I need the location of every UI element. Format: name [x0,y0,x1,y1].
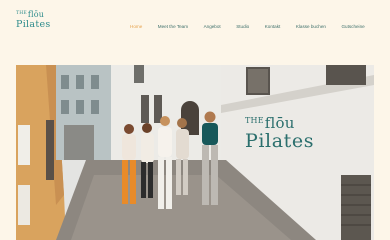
nav-home[interactable]: Home [130,24,142,29]
main-nav: Home Meet the Team Angebot Studio Kontak… [130,21,365,31]
logo-pilates: Pilates [16,19,51,30]
nav-kontakt[interactable]: Kontakt [265,24,281,29]
page: THEflōu Pilates Home Meet the Team Angeb… [0,0,390,240]
hero-title-the: THE [245,116,264,125]
nav-meet-the-team[interactable]: Meet the Team [158,24,188,29]
nav-gutscheine[interactable]: Gutscheine [341,24,364,29]
hero-title-pilates: Pilates [245,130,315,152]
site-header: THEflōu Pilates Home Meet the Team Angeb… [0,0,390,52]
nav-klasse-buchen[interactable]: Klasse buchen [296,24,326,29]
hero-photo-illustration [16,65,374,240]
nav-angebot[interactable]: Angebot [204,24,221,29]
site-logo[interactable]: THEflōu Pilates [16,11,60,30]
hero-image [16,65,374,240]
logo-flou: flōu [27,10,45,19]
hero-title: THEflōu Pilates [245,116,314,151]
logo-the: THE [16,11,27,16]
nav-studio[interactable]: Studio [236,24,249,29]
